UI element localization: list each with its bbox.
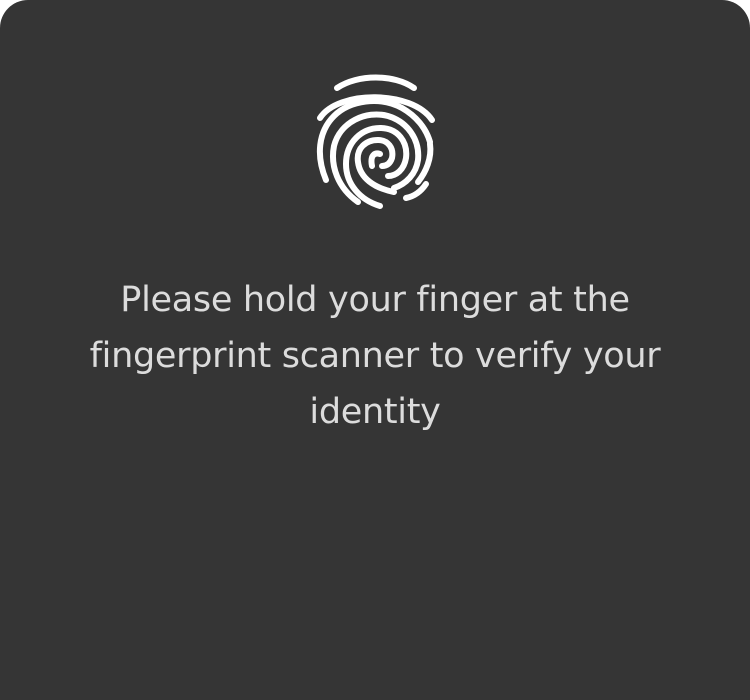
fingerprint-dialog: Please hold your finger at the fingerpri… xyxy=(0,0,750,700)
verification-message: Please hold your finger at the fingerpri… xyxy=(89,280,661,432)
fingerprint-icon xyxy=(310,70,440,214)
